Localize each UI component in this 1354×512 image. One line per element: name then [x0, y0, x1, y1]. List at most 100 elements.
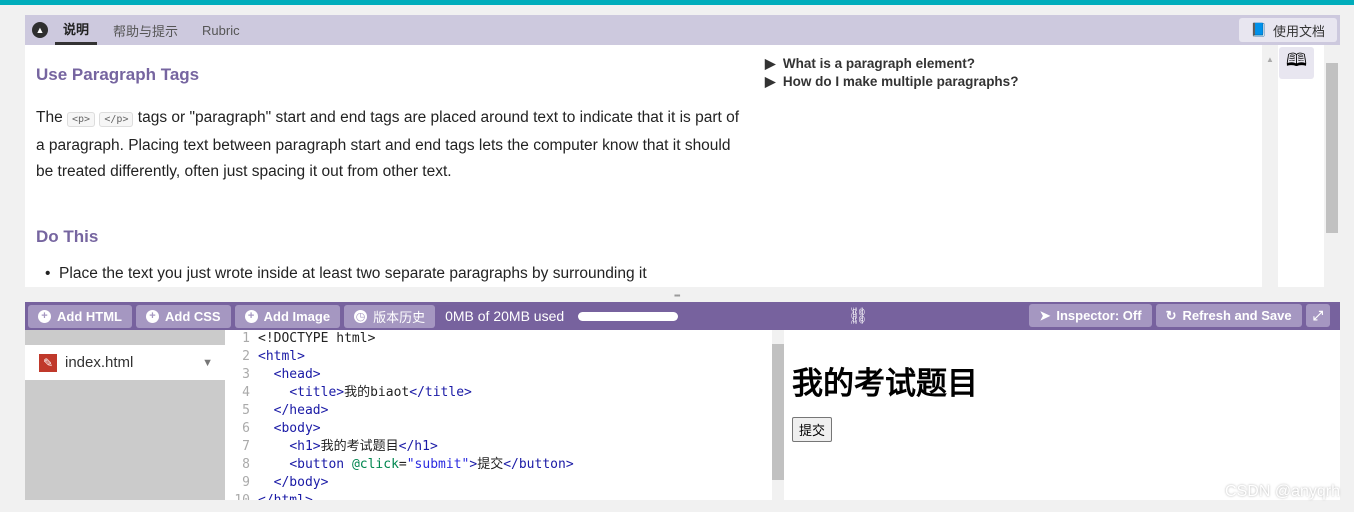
preview-submit-button[interactable]: 提交: [792, 417, 833, 442]
plus-icon: +: [38, 309, 51, 323]
code-token: @click: [351, 457, 399, 472]
storage-progress-bar: [578, 311, 679, 321]
code-line[interactable]: 9 </body>: [225, 474, 772, 492]
code-token: 我的考试题目: [320, 439, 399, 454]
instructions-scrollbar[interactable]: ▲: [1262, 55, 1278, 287]
instructions-paragraph: The <p> </p> tags or "paragraph" start a…: [36, 105, 746, 185]
label: Add Image: [263, 308, 331, 324]
inspector-toggle[interactable]: ➤ Inspector: Off: [1029, 304, 1152, 327]
file-item-index[interactable]: ✎ index.html ▼: [25, 345, 225, 380]
tab-instructions[interactable]: 说明: [55, 15, 98, 45]
code-token: <head>: [273, 367, 321, 382]
faq-item[interactable]: ▶ How do I make multiple paragraphs?: [765, 74, 1018, 90]
code-token: </h1>: [398, 439, 438, 454]
code-token: "submit": [406, 457, 470, 472]
list-item: • Place the text you just wrote inside a…: [45, 265, 647, 282]
text: tags or "paragraph" start and end tags a…: [36, 109, 740, 180]
expand-icon: ⤢: [1312, 307, 1323, 323]
preview-heading: 我的考试题目: [792, 366, 978, 401]
read-aloud-button[interactable]: 🕮: [1279, 47, 1314, 79]
code-token: 提交: [477, 457, 504, 472]
line-number: 1: [242, 331, 250, 346]
label: Inspector: Off: [1056, 308, 1142, 323]
watermark: CSDN @anyqrh: [1225, 483, 1340, 500]
line-number: 4: [242, 385, 250, 400]
scrollbar-thumb[interactable]: [1326, 63, 1338, 233]
code-token: <title>: [289, 385, 345, 400]
do-this-title: Do This: [36, 227, 99, 246]
code-line[interactable]: 8 <button @click="submit">提交</button>: [225, 456, 772, 474]
page-scrollbar[interactable]: [1324, 55, 1340, 287]
pencil-icon: ✎: [39, 353, 57, 372]
add-image-button[interactable]: + Add Image: [234, 304, 341, 328]
scrollbar-thumb[interactable]: [772, 344, 784, 480]
share-link-icon[interactable]: ⛓: [848, 306, 868, 326]
fullscreen-button[interactable]: ⤢: [1305, 304, 1330, 327]
dropdown-caret-icon[interactable]: ▼: [202, 357, 213, 369]
file-list: ✎ index.html ▼: [25, 330, 225, 500]
line-number: 6: [242, 421, 250, 436]
cursor-icon: ➤: [1039, 307, 1051, 323]
add-html-button[interactable]: + Add HTML: [28, 304, 132, 328]
code-line[interactable]: 10</html>: [225, 492, 772, 500]
label: 版本历史: [373, 309, 426, 325]
code-line[interactable]: 1 <!DOCTYPE html>: [225, 330, 772, 348]
code-line[interactable]: 6 <body>: [225, 420, 772, 438]
storage-usage: 0MB of 20MB used: [445, 308, 565, 324]
add-css-button[interactable]: + Add CSS: [135, 304, 231, 328]
tab-help-tips[interactable]: 帮助与提示: [105, 15, 186, 45]
line-number: 10: [225, 492, 258, 500]
documentation-button[interactable]: 📘 使用文档: [1238, 18, 1337, 42]
code-line[interactable]: 4 <title>我的biaot</title>: [225, 384, 772, 402]
bullet-text: Place the text you just wrote inside at …: [59, 265, 647, 282]
code-line[interactable]: 7 <h1>我的考试题目</h1>: [225, 438, 772, 456]
tools-column: [1278, 45, 1324, 287]
collapse-button[interactable]: ▲: [25, 15, 55, 45]
resize-handle[interactable]: ▪▪▪: [674, 291, 680, 300]
code-p-open: <p>: [67, 112, 96, 127]
line-number: 2: [242, 349, 250, 364]
code-line[interactable]: 5 </head>: [225, 402, 772, 420]
code-token: </head>: [273, 403, 329, 418]
code-token: =: [398, 457, 407, 472]
faq-label: How do I make multiple paragraphs?: [782, 74, 1019, 89]
plus-icon: +: [145, 309, 159, 323]
text: The: [36, 109, 68, 126]
code-token: </title>: [409, 385, 472, 400]
documentation-label: 使用文档: [1272, 23, 1325, 39]
code-line[interactable]: 3 <head>: [225, 366, 772, 384]
code-token: </button>: [503, 457, 574, 472]
code-line[interactable]: 2 <html>: [225, 348, 772, 366]
code-token: 我的biaot: [344, 385, 410, 400]
line-number: 8: [242, 457, 250, 472]
version-history-button[interactable]: ◷ 版本历史: [344, 304, 436, 328]
read-aloud-icon: 🕮: [1285, 50, 1308, 70]
code-token: </body>: [273, 475, 329, 490]
refresh-icon: ↻: [1165, 307, 1177, 323]
editor-toolbar: + Add HTML + Add CSS + Add Image ◷ 版本历史 0MB …: [25, 302, 1340, 330]
line-number: 3: [242, 367, 250, 382]
code-token: <!DOCTYPE html>: [258, 331, 376, 346]
label: Add CSS: [164, 308, 221, 324]
code-p-close: </p>: [99, 112, 134, 127]
book-icon: 📘: [1250, 22, 1267, 37]
code-token: >: [469, 457, 478, 472]
browser-top-bar: [0, 0, 1354, 5]
tab-rubric[interactable]: Rubric: [194, 15, 248, 45]
clock-icon: ◷: [354, 309, 368, 323]
refresh-save-button[interactable]: ↻ Refresh and Save: [1155, 304, 1302, 327]
faq-item[interactable]: ▶ What is a paragraph element?: [765, 56, 975, 72]
editor-scrollbar[interactable]: [772, 330, 784, 500]
chevron-up-icon: ▲: [32, 22, 48, 38]
code-token: <html>: [258, 349, 305, 364]
file-name: index.html: [65, 354, 134, 371]
code-token: </html>: [258, 493, 313, 500]
code-editor[interactable]: 1 <!DOCTYPE html> 2 <html> 3 <head> 4 <title>…: [225, 330, 772, 500]
label: Add HTML: [57, 308, 122, 324]
